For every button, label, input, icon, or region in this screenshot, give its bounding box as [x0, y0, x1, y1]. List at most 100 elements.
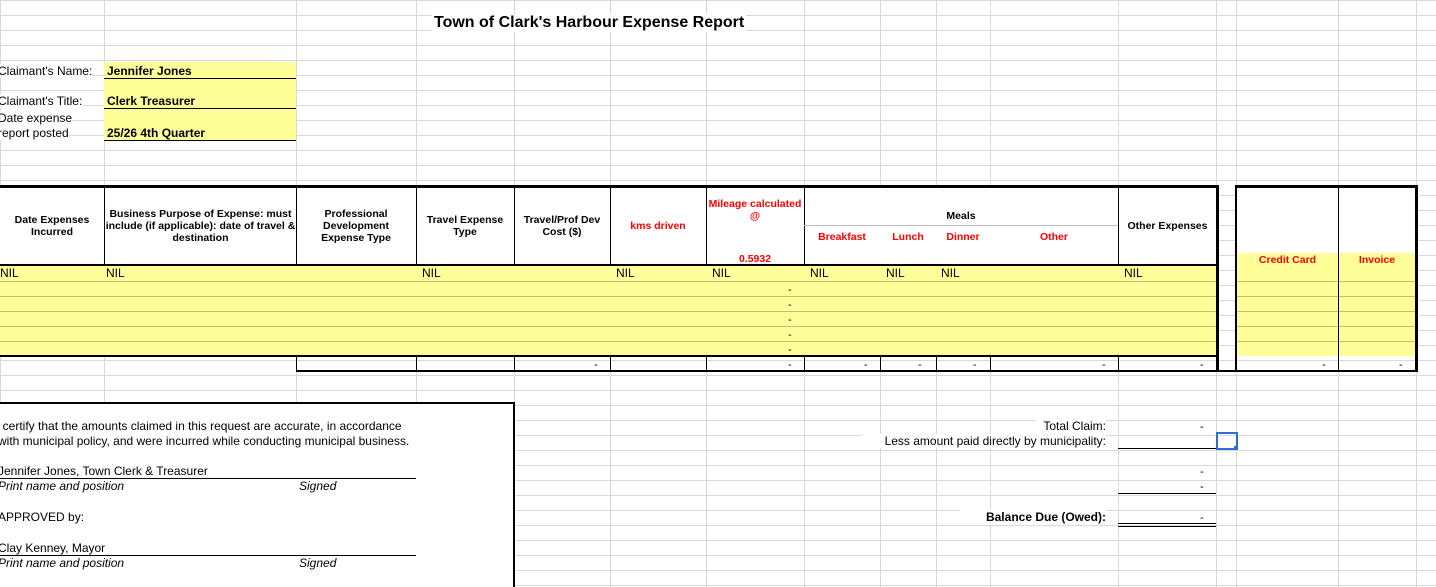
summary-line — [1118, 493, 1216, 494]
header-travel-type: Travel Expense Type — [426, 214, 504, 238]
balance-underline — [1118, 526, 1216, 527]
print-name-label-2: Print name and position — [0, 556, 125, 570]
claimant-title-label: Claimant's Title: — [0, 94, 83, 108]
header-date: Date Expenses Incurred — [14, 214, 90, 238]
header-mileage-rate: 0.5932 — [738, 253, 772, 265]
header-invoice: Invoice — [1358, 253, 1396, 266]
table-border-right — [1216, 185, 1219, 371]
signed-label: Signed — [299, 479, 337, 493]
header-purpose: Business Purpose of Expense: must includ… — [105, 208, 296, 244]
header-credit-card: Credit Card — [1258, 253, 1317, 266]
total-travel-cost: - — [594, 359, 598, 371]
row-line — [1236, 311, 1416, 312]
col-divider — [1118, 356, 1119, 371]
row-line — [0, 341, 1216, 342]
claimant-name-field[interactable]: Jennifer Jones — [107, 64, 192, 78]
cert-border-top — [0, 402, 515, 404]
total-mileage: - — [788, 359, 792, 371]
summary-line — [1118, 448, 1216, 449]
col-divider — [416, 356, 417, 371]
report-title: Town of Clark's Harbour Expense Report — [432, 14, 747, 32]
col-divider — [706, 356, 707, 371]
col-divider — [610, 187, 611, 266]
cell-breakfast[interactable]: NIL — [810, 266, 829, 280]
cell-lunch[interactable]: NIL — [886, 266, 905, 280]
balance-due-label: Balance Due (Owed): — [960, 510, 1106, 524]
cert-border-right — [513, 402, 515, 587]
underline — [104, 140, 296, 141]
col-divider — [1338, 356, 1339, 371]
claimant-title-field[interactable]: Clerk Treasurer — [107, 94, 195, 108]
total-dinner: - — [973, 359, 977, 371]
mileage-dash: - — [788, 284, 792, 296]
cell-travel-type[interactable]: NIL — [422, 266, 441, 280]
col-divider — [416, 187, 417, 266]
total-lunch: - — [918, 359, 922, 371]
claimant-name-label: Claimant's Name: — [0, 64, 93, 78]
mileage-dash: - — [788, 344, 792, 356]
cell-other-expenses[interactable]: NIL — [1124, 266, 1143, 280]
less-paid-label: Less amount paid directly by municipalit… — [862, 434, 1106, 448]
date-posted-label-2: report posted — [0, 126, 69, 140]
totals-border-left — [296, 356, 297, 371]
header-breakfast: Breakfast — [818, 231, 866, 243]
date-posted-field[interactable]: 25/26 4th Quarter — [107, 126, 205, 140]
totals-border-bottom — [296, 370, 1418, 372]
col-divider — [880, 356, 881, 371]
total-breakfast: - — [864, 359, 868, 371]
cell-purpose[interactable]: NIL — [106, 266, 125, 280]
fill-handle[interactable] — [1234, 446, 1238, 450]
row-line — [0, 296, 1216, 297]
total-credit-card: - — [1322, 359, 1326, 371]
summary-dash-1: - — [1200, 466, 1204, 478]
claimant-signoff-name[interactable]: Jennifer Jones, Town Clerk & Treasurer — [0, 464, 208, 478]
header-prof-dev: Professional Development Expense Type — [321, 208, 391, 244]
total-claim-value: - — [1200, 421, 1204, 433]
print-name-label: Print name and position — [0, 479, 125, 493]
approved-label: APPROVED by: — [0, 510, 85, 524]
total-claim-label: Total Claim: — [1036, 419, 1106, 433]
underline — [104, 108, 296, 109]
total-other-expenses: - — [1200, 359, 1204, 371]
balance-underline — [1118, 523, 1216, 524]
header-meals: Meals — [946, 210, 976, 222]
cert-line-2: with municipal policy, and were incurred… — [0, 434, 410, 448]
row-line — [0, 326, 1216, 327]
date-posted-label-1: Date expense — [0, 111, 73, 125]
row-line — [1236, 281, 1416, 282]
col-divider — [804, 356, 805, 371]
row-line — [1236, 341, 1416, 342]
cell-kms[interactable]: NIL — [616, 266, 635, 280]
col-divider — [1338, 187, 1339, 371]
cert-line-1: I certify that the amounts claimed in th… — [0, 419, 402, 433]
payment-border-left — [1235, 185, 1237, 371]
mileage-dash: - — [788, 299, 792, 311]
col-divider — [990, 356, 991, 371]
header-dinner: Dinner — [946, 231, 980, 243]
header-other: Other — [1039, 231, 1068, 243]
row-line — [0, 281, 1216, 282]
header-travel-cost: Travel/Prof Dev Cost ($) — [523, 214, 601, 238]
approver-name[interactable]: Clay Kenney, Mayor — [0, 541, 105, 555]
cell-mileage[interactable]: NIL — [712, 266, 731, 280]
row-line — [0, 311, 1216, 312]
header-other-expenses: Other Expenses — [1127, 220, 1208, 232]
underline — [104, 78, 296, 79]
total-other: - — [1102, 359, 1106, 371]
mileage-dash: - — [788, 329, 792, 341]
row-line — [1236, 326, 1416, 327]
payment-border-right — [1415, 185, 1418, 371]
col-divider — [610, 356, 611, 371]
col-divider — [514, 356, 515, 371]
mileage-dash: - — [788, 314, 792, 326]
col-divider — [936, 356, 937, 371]
col-divider — [514, 187, 515, 266]
summary-dash-2: - — [1200, 481, 1204, 493]
header-kms: kms driven — [630, 220, 686, 232]
col-divider — [804, 187, 805, 266]
total-invoice: - — [1399, 359, 1403, 371]
cell-date[interactable]: NIL — [0, 266, 19, 280]
payment-border-top — [1235, 185, 1417, 188]
cell-dinner[interactable]: NIL — [941, 266, 960, 280]
col-divider — [706, 187, 707, 266]
